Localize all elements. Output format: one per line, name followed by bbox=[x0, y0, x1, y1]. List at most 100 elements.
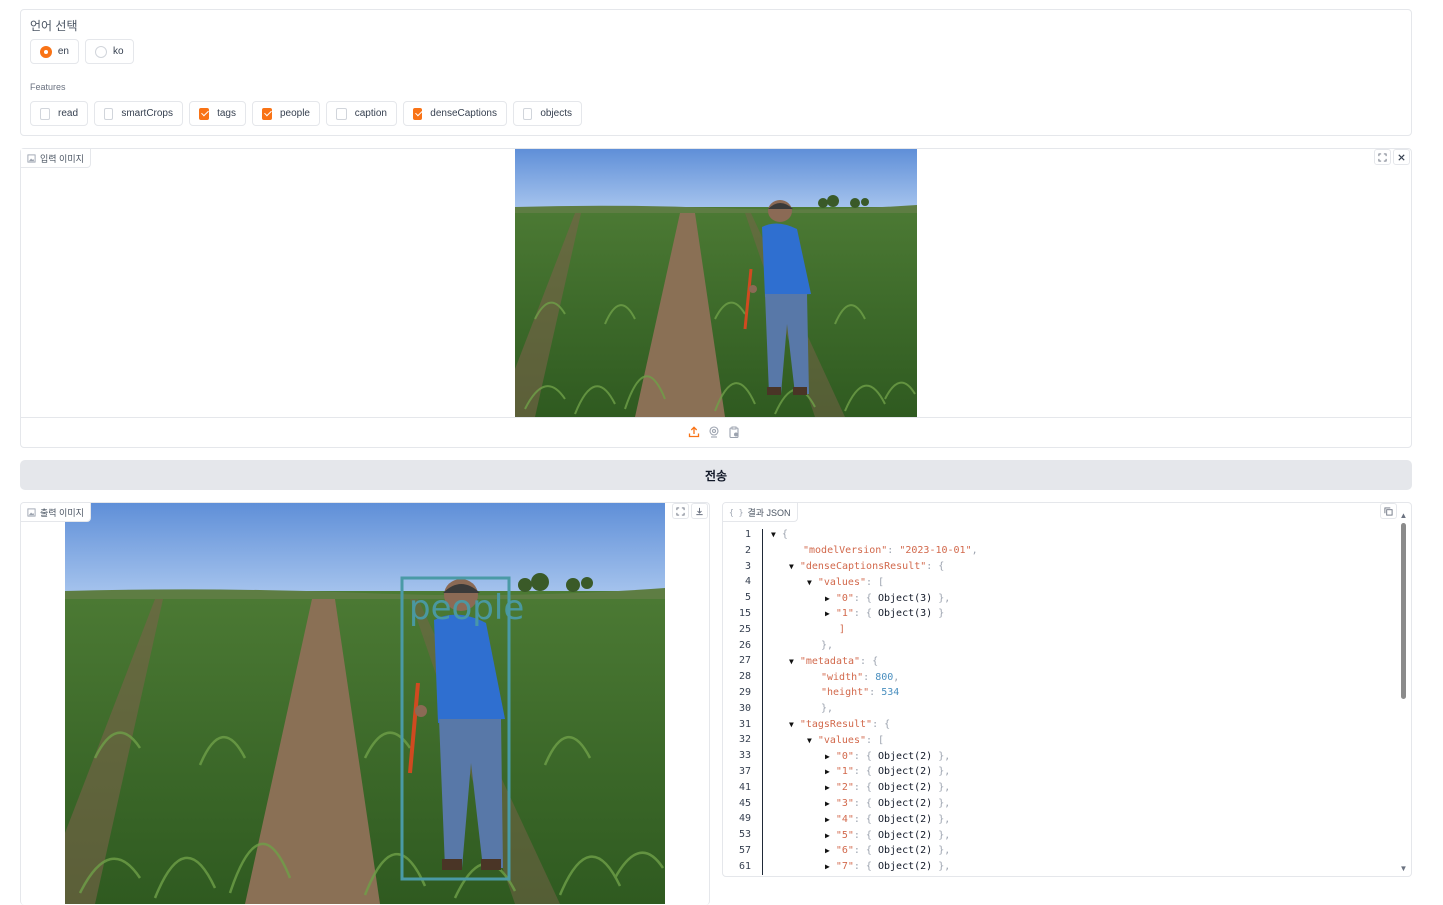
scrollbar-thumb[interactable] bbox=[1401, 523, 1406, 699]
json-token: "0" bbox=[835, 750, 854, 762]
json-line: ▶ "0": { Object(2) }, bbox=[825, 748, 950, 764]
checkbox-icon bbox=[523, 107, 533, 120]
collapse-toggle-icon[interactable]: ▼ bbox=[789, 562, 794, 571]
checkbox-tags-label: tags bbox=[217, 108, 236, 119]
radio-selected-icon bbox=[40, 45, 52, 58]
expand-toggle-icon[interactable]: ▶ bbox=[825, 767, 830, 776]
submit-button[interactable]: 전송 bbox=[20, 460, 1412, 490]
checkbox-densecaptions[interactable]: denseCaptions bbox=[403, 101, 507, 126]
collapse-toggle-icon[interactable]: ▼ bbox=[789, 657, 794, 666]
json-token: : { bbox=[853, 813, 878, 825]
expand-toggle-icon[interactable]: ▶ bbox=[825, 815, 830, 824]
output-image-badge: 출력 이미지 bbox=[21, 503, 91, 522]
json-token: Object(2) bbox=[877, 845, 933, 857]
copy-icon bbox=[1384, 506, 1393, 516]
checkbox-checked-icon bbox=[199, 107, 210, 120]
json-token: : { bbox=[853, 782, 878, 794]
upload-icon[interactable] bbox=[688, 426, 700, 438]
scroll-up-arrow[interactable]: ▲ bbox=[1399, 511, 1408, 521]
json-token: "0" bbox=[835, 592, 854, 604]
fullscreen-button[interactable] bbox=[672, 503, 689, 519]
checkbox-tags[interactable]: tags bbox=[189, 101, 246, 126]
json-line: ▶ "1": { Object(3) } bbox=[825, 606, 944, 622]
input-photo bbox=[515, 149, 917, 417]
line-number: 49 bbox=[738, 813, 751, 825]
json-token: "1" bbox=[835, 766, 854, 778]
clipboard-icon[interactable] bbox=[728, 426, 740, 438]
json-line: "width": 800, bbox=[807, 669, 899, 685]
json-line: ▼ "values": [ bbox=[807, 574, 884, 590]
json-token: : { bbox=[853, 797, 878, 809]
webcam-icon[interactable] bbox=[708, 426, 720, 438]
json-token: : { bbox=[853, 750, 878, 762]
close-icon bbox=[1398, 153, 1405, 161]
json-viewer[interactable]: 1 ▼{2 "modelVersion": "2023-10-01", 3 ▼ "dens… bbox=[723, 527, 1393, 876]
checkbox-people[interactable]: people bbox=[252, 101, 320, 126]
json-token: : [ bbox=[866, 734, 885, 746]
checkbox-objects-label: objects bbox=[540, 108, 572, 119]
features-label: Features bbox=[30, 82, 66, 92]
json-token: Object(2) bbox=[877, 829, 933, 841]
line-number: 5 bbox=[744, 592, 751, 604]
annotated-farmer-image bbox=[65, 503, 665, 904]
radio-en[interactable]: en bbox=[30, 39, 79, 64]
checkbox-densecaptions-label: denseCaptions bbox=[430, 108, 497, 119]
expand-toggle-icon[interactable]: ▶ bbox=[825, 594, 830, 603]
json-token: Object(2) bbox=[877, 750, 933, 762]
json-token: : { bbox=[926, 560, 945, 572]
line-number: 2 bbox=[744, 544, 751, 556]
input-source-toolbar bbox=[688, 426, 740, 438]
checkbox-read[interactable]: read bbox=[30, 101, 88, 126]
fullscreen-icon bbox=[1378, 152, 1387, 162]
json-token: }, bbox=[932, 750, 951, 762]
collapse-toggle-icon[interactable]: ▼ bbox=[807, 736, 812, 745]
expand-toggle-icon[interactable]: ▶ bbox=[825, 831, 830, 840]
expand-toggle-icon[interactable]: ▶ bbox=[825, 846, 830, 855]
expand-toggle-icon[interactable]: ▶ bbox=[825, 609, 830, 618]
collapse-toggle-icon[interactable]: ▼ bbox=[771, 530, 776, 539]
json-line: ▶ "2": { Object(2) }, bbox=[825, 780, 950, 796]
json-token: 534 bbox=[881, 687, 900, 699]
json-token: "6" bbox=[835, 845, 854, 857]
input-image-panel: 입력 이미지 bbox=[20, 148, 1412, 448]
collapse-toggle-icon[interactable]: ▼ bbox=[789, 720, 794, 729]
line-number: 28 bbox=[738, 671, 751, 683]
json-token: "2" bbox=[835, 782, 854, 794]
json-line: ▶ "5": { Object(2) }, bbox=[825, 827, 950, 843]
checkbox-objects[interactable]: objects bbox=[513, 101, 582, 126]
checkbox-smartcrops-label: smartCrops bbox=[121, 108, 173, 119]
line-number: 37 bbox=[738, 766, 751, 777]
json-token: "5" bbox=[835, 829, 854, 841]
radio-unselected-icon bbox=[95, 45, 107, 58]
json-token: "3" bbox=[835, 797, 854, 809]
expand-toggle-icon[interactable]: ▶ bbox=[825, 862, 830, 871]
output-image-panel: 출력 이미지 people bbox=[20, 502, 710, 905]
json-token: : { bbox=[853, 829, 878, 841]
line-number: 41 bbox=[738, 781, 751, 793]
line-number: 31 bbox=[738, 718, 751, 730]
json-token: Object(3) bbox=[877, 592, 933, 604]
line-number: 33 bbox=[738, 750, 751, 762]
json-line: ▼ "tagsResult": { bbox=[789, 717, 890, 733]
json-token: Object(3) bbox=[877, 608, 933, 620]
checkbox-smartcrops[interactable]: smartCrops bbox=[94, 101, 183, 126]
expand-toggle-icon[interactable]: ▶ bbox=[825, 799, 830, 808]
radio-ko[interactable]: ko bbox=[85, 39, 134, 64]
line-number: 26 bbox=[738, 639, 751, 651]
copy-button[interactable] bbox=[1380, 503, 1397, 519]
expand-toggle-icon[interactable]: ▶ bbox=[825, 752, 830, 761]
checkbox-caption[interactable]: caption bbox=[326, 101, 397, 126]
clear-button[interactable] bbox=[1393, 149, 1410, 165]
line-number: 29 bbox=[738, 687, 751, 698]
line-number: 30 bbox=[738, 702, 751, 714]
scroll-down-arrow[interactable]: ▼ bbox=[1399, 864, 1408, 874]
json-line: "height": 534 bbox=[807, 685, 899, 701]
json-token: : bbox=[869, 687, 882, 699]
download-button[interactable] bbox=[691, 503, 708, 519]
json-token: Object(2) bbox=[877, 797, 933, 809]
json-token: : { bbox=[853, 861, 878, 873]
collapse-toggle-icon[interactable]: ▼ bbox=[807, 578, 812, 587]
json-token: }, bbox=[932, 782, 951, 794]
expand-toggle-icon[interactable]: ▶ bbox=[825, 783, 830, 792]
fullscreen-button[interactable] bbox=[1374, 149, 1391, 165]
